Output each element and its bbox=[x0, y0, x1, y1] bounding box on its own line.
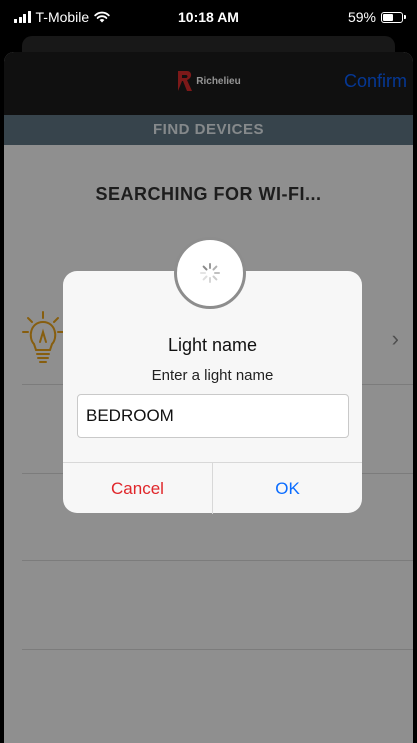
status-bar: T-Mobile 10:18 AM 59% bbox=[0, 0, 417, 36]
dialog-buttons: Cancel OK bbox=[63, 462, 362, 514]
spinner-icon bbox=[200, 263, 220, 283]
dialog-message: Enter a light name bbox=[151, 367, 274, 384]
dialog-title: Light name bbox=[167, 335, 258, 355]
loading-spinner bbox=[174, 237, 246, 309]
ok-button[interactable]: OK bbox=[213, 463, 362, 514]
battery-percent: 59% bbox=[347, 9, 376, 25]
status-right: 59% bbox=[347, 9, 406, 25]
battery-icon bbox=[381, 11, 406, 23]
cancel-button[interactable]: Cancel bbox=[63, 463, 213, 514]
light-name-input[interactable] bbox=[77, 394, 349, 438]
